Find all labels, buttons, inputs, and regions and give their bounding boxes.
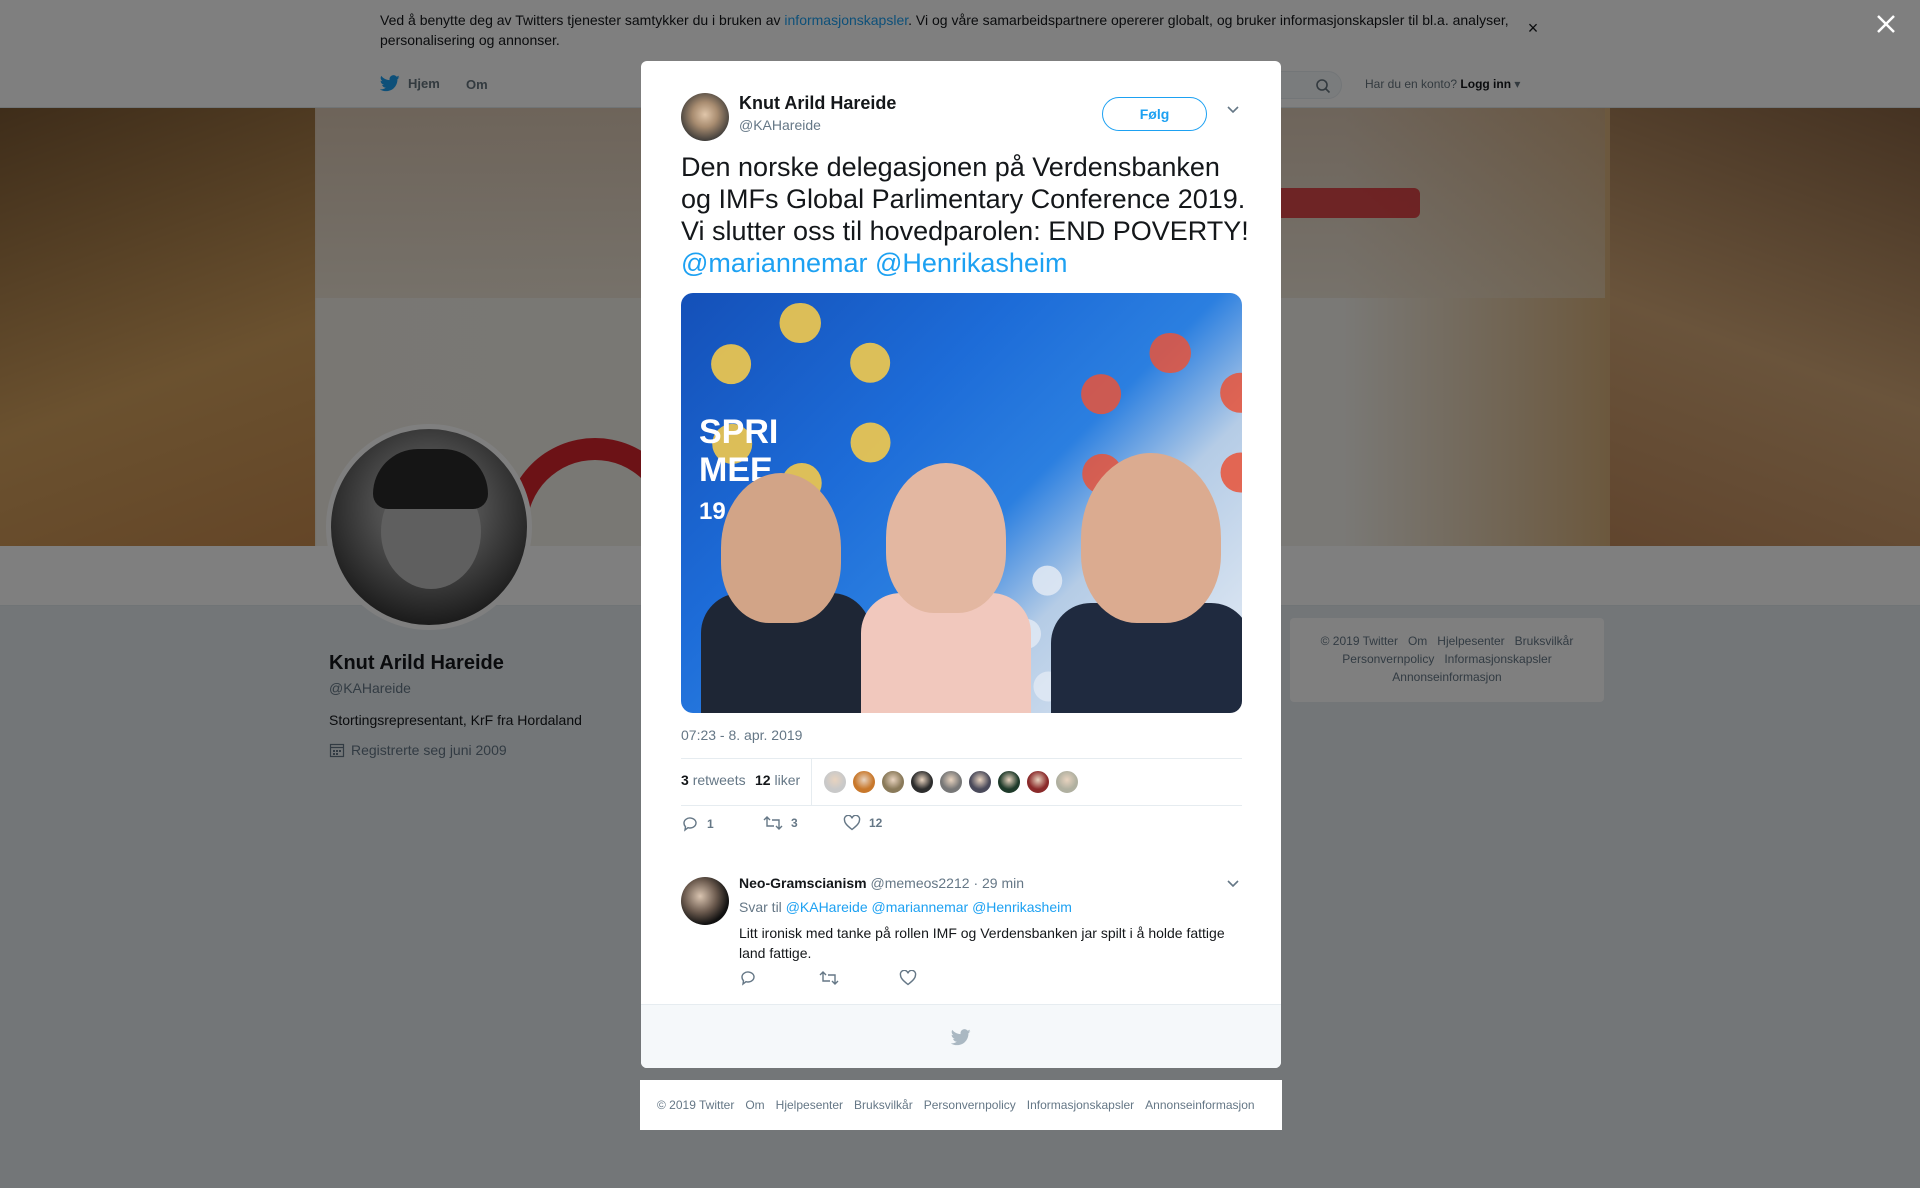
mention-link[interactable]: @Henrikasheim: [875, 248, 1067, 278]
liker-avatar[interactable]: [881, 770, 905, 794]
chevron-down-icon[interactable]: [1226, 879, 1240, 889]
twitter-bird-icon: [951, 1029, 971, 1046]
mention-link[interactable]: @Henrikasheim: [972, 899, 1072, 915]
reply-text: Litt ironisk med tanke på rollen IMF og …: [739, 925, 1225, 961]
reply-icon[interactable]: [739, 969, 757, 987]
like-button[interactable]: 12: [843, 815, 882, 831]
footer-help-link[interactable]: Hjelpesenter: [776, 1098, 843, 1112]
reply-tweet[interactable]: Neo-Gramscianism @memeos2212 · 29 min Sv…: [681, 869, 1242, 989]
footer-about-link[interactable]: Om: [745, 1098, 764, 1112]
footer-privacy-link[interactable]: Personvernpolicy: [924, 1098, 1016, 1112]
tweet-text: Den norske delegasjonen på Verdensbanken…: [681, 152, 1249, 278]
footer-cookies-link[interactable]: Informasjonskapsler: [1027, 1098, 1134, 1112]
footer-copyright: © 2019 Twitter: [657, 1098, 735, 1112]
liker-avatar[interactable]: [1055, 770, 1079, 794]
retweet-icon[interactable]: [819, 970, 839, 986]
mention-link[interactable]: @KAHareide: [786, 899, 868, 915]
liker-avatar[interactable]: [1026, 770, 1050, 794]
footer-terms-link[interactable]: Bruksvilkår: [854, 1098, 913, 1112]
retweet-button[interactable]: 3: [763, 815, 798, 831]
retweet-icon: [763, 816, 783, 830]
liker-avatar[interactable]: [823, 770, 847, 794]
tweet-photo[interactable]: SPRI MEE 19 | W: [681, 293, 1242, 713]
heart-icon: [843, 815, 861, 831]
liker-avatar[interactable]: [852, 770, 876, 794]
tweet-actions: 1 3 12: [681, 815, 981, 845]
heart-icon[interactable]: [899, 970, 917, 986]
liker-avatar[interactable]: [939, 770, 963, 794]
tweet-author-avatar[interactable]: [681, 93, 729, 141]
reply-author-handle[interactable]: @memeos2212: [871, 875, 970, 891]
reply-header: Neo-Gramscianism @memeos2212 · 29 min: [739, 875, 1024, 891]
reply-time[interactable]: · 29 min: [973, 875, 1024, 891]
close-icon[interactable]: [1874, 12, 1898, 36]
chevron-down-icon[interactable]: [1226, 105, 1240, 115]
footer-ads-info-link[interactable]: Annonseinformasjon: [1145, 1098, 1254, 1112]
tweet-author-handle[interactable]: @KAHareide: [739, 117, 821, 133]
liker-avatar[interactable]: [968, 770, 992, 794]
modal-footer: [641, 1004, 1281, 1068]
likes-stat[interactable]: 12 liker: [755, 772, 800, 788]
tweet-modal: Knut Arild Hareide @KAHareide Følg Den n…: [641, 61, 1281, 1068]
follow-button[interactable]: Følg: [1102, 97, 1207, 131]
reply-actions: [739, 969, 939, 991]
reply-icon: [683, 817, 697, 832]
tweet-timestamp[interactable]: 07:23 - 8. apr. 2019: [681, 727, 802, 743]
mention-link[interactable]: @mariannemar: [872, 899, 969, 915]
reply-author-name[interactable]: Neo-Gramscianism: [739, 875, 867, 891]
mention-link[interactable]: @mariannemar: [681, 248, 867, 278]
bottom-footer: © 2019 Twitter Om Hjelpesenter Bruksvilk…: [640, 1080, 1282, 1130]
reply-author-avatar[interactable]: [681, 877, 729, 925]
reply-button[interactable]: 1: [681, 815, 714, 833]
liker-avatars: [823, 770, 1079, 794]
liker-avatar[interactable]: [997, 770, 1021, 794]
liker-avatar[interactable]: [910, 770, 934, 794]
tweet-author-name[interactable]: Knut Arild Hareide: [739, 93, 896, 114]
tweet-stats: 3 retweets 12 liker: [681, 758, 1242, 806]
reply-to-line: Svar til @KAHareide @mariannemar @Henrik…: [739, 899, 1072, 915]
retweets-stat[interactable]: 3 retweets: [681, 772, 746, 788]
